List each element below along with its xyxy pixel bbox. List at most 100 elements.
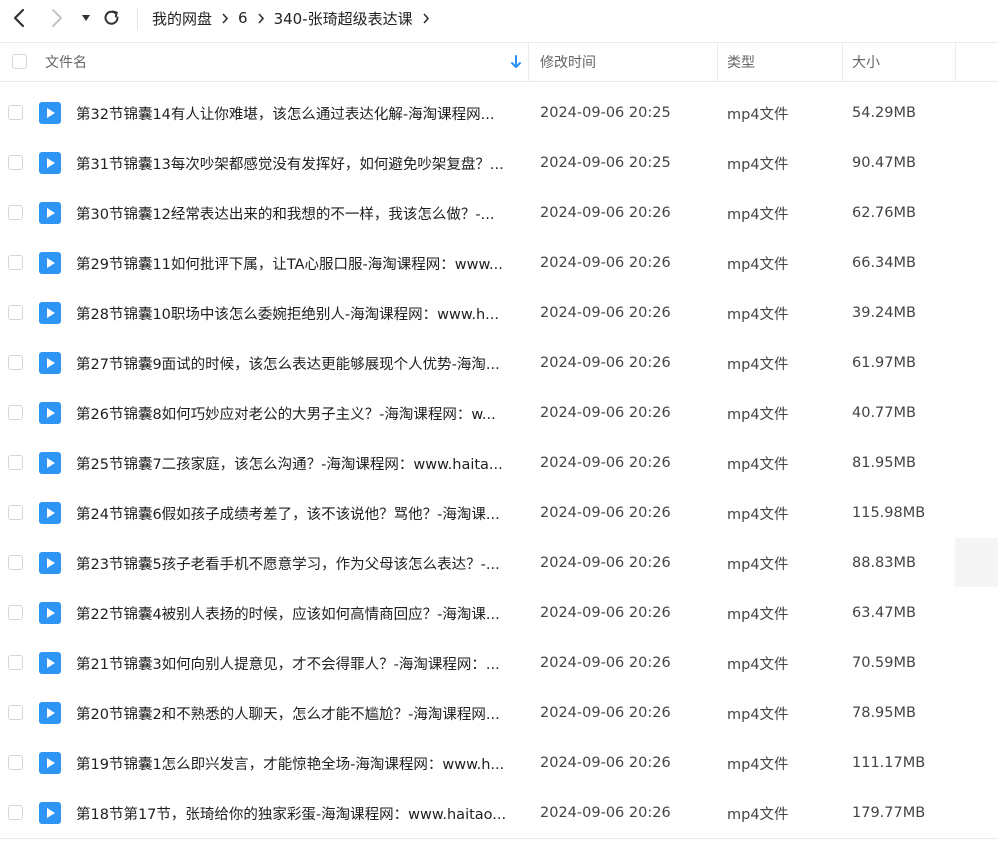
file-row[interactable]: 第19节锦囊1怎么即兴发言，才能惊艳全场-海淘课程网：www.h... 2024… [0, 738, 998, 788]
row-checkbox[interactable] [8, 305, 23, 320]
column-divider[interactable] [955, 43, 956, 81]
file-type: mp4文件 [727, 506, 789, 523]
column-divider[interactable] [842, 43, 843, 81]
file-row[interactable]: 第20节锦囊2和不熟悉的人聊天，怎么才能不尴尬？-海淘课程网... 2024-0… [0, 688, 998, 738]
video-file-icon [39, 802, 61, 824]
video-file-icon [39, 402, 61, 424]
caret-down-icon [82, 15, 90, 21]
file-type: mp4文件 [727, 456, 789, 473]
chevron-right-icon [257, 12, 264, 24]
column-header-type[interactable]: 类型 [727, 43, 755, 81]
refresh-icon [104, 10, 119, 25]
file-name[interactable]: 第18节第17节，张琦给你的独家彩蛋-海淘课程网：www.haitao... [76, 788, 521, 838]
file-name[interactable]: 第28节锦囊10职场中该怎么委婉拒绝别人-海淘课程网：www.h... [76, 288, 521, 338]
row-checkbox[interactable] [8, 405, 23, 420]
file-type: mp4文件 [727, 606, 789, 623]
row-checkbox[interactable] [8, 805, 23, 820]
breadcrumb-item-root[interactable]: 我的网盘 [152, 8, 212, 29]
file-type: mp4文件 [727, 156, 789, 173]
row-checkbox[interactable] [8, 655, 23, 670]
forward-button[interactable] [46, 6, 68, 30]
row-checkbox[interactable] [8, 105, 23, 120]
file-size: 70.59MB [852, 655, 916, 671]
file-name[interactable]: 第25节锦囊7二孩家庭，该怎么沟通？-海淘课程网：www.haita... [76, 438, 521, 488]
file-size: 78.95MB [852, 705, 916, 721]
file-type: mp4文件 [727, 256, 789, 273]
row-checkbox[interactable] [8, 555, 23, 570]
file-size: 40.77MB [852, 405, 916, 421]
video-file-icon [39, 102, 61, 124]
file-name[interactable]: 第27节锦囊9面试的时候，该怎么表达更能够展现个人优势-海淘... [76, 338, 521, 388]
file-row[interactable]: 第30节锦囊12经常表达出来的和我想的不一样，我该怎么做？-... 2024-0… [0, 188, 998, 238]
file-name[interactable]: 第20节锦囊2和不熟悉的人聊天，怎么才能不尴尬？-海淘课程网... [76, 688, 521, 738]
file-name[interactable]: 第30节锦囊12经常表达出来的和我想的不一样，我该怎么做？-... [76, 188, 521, 238]
column-divider[interactable] [717, 43, 718, 81]
file-modified: 2024-09-06 20:26 [540, 655, 671, 671]
file-type: mp4文件 [727, 306, 789, 323]
file-row[interactable]: 第18节第17节，张琦给你的独家彩蛋-海淘课程网：www.haitao... 2… [0, 788, 998, 838]
file-type: mp4文件 [727, 106, 789, 123]
file-modified: 2024-09-06 20:25 [540, 105, 671, 121]
history-dropdown-button[interactable] [79, 6, 93, 30]
file-name[interactable]: 第22节锦囊4被别人表扬的时候，应该如何高情商回应？-海淘课... [76, 588, 521, 638]
file-list-header: 文件名 修改时间 类型 大小 [0, 43, 998, 82]
back-arrow-icon [13, 8, 25, 28]
row-checkbox[interactable] [8, 505, 23, 520]
file-modified: 2024-09-06 20:26 [540, 205, 671, 221]
video-file-icon [39, 702, 61, 724]
column-header-size[interactable]: 大小 [852, 43, 880, 81]
file-modified: 2024-09-06 20:26 [540, 805, 671, 821]
breadcrumb-item-folder[interactable]: 6 [238, 9, 248, 27]
file-row[interactable]: 第26节锦囊8如何巧妙应对老公的大男子主义？-海淘课程网：w... 2024-0… [0, 388, 998, 438]
file-size: 61.97MB [852, 355, 916, 371]
chevron-right-icon [423, 12, 429, 24]
file-size: 63.47MB [852, 605, 916, 621]
file-name[interactable]: 第26节锦囊8如何巧妙应对老公的大男子主义？-海淘课程网：w... [76, 388, 521, 438]
file-row[interactable]: 第25节锦囊7二孩家庭，该怎么沟通？-海淘课程网：www.haita... 20… [0, 438, 998, 488]
breadcrumb: 我的网盘 6 340-张琦超级表达课 [152, 0, 439, 36]
file-modified: 2024-09-06 20:26 [540, 455, 671, 471]
file-name[interactable]: 第23节锦囊5孩子老看手机不愿意学习，作为父母该怎么表达？-... [76, 538, 521, 588]
file-row[interactable]: 第27节锦囊9面试的时候，该怎么表达更能够展现个人优势-海淘... 2024-0… [0, 338, 998, 388]
video-file-icon [39, 302, 61, 324]
file-size: 39.24MB [852, 305, 916, 321]
file-size: 81.95MB [852, 455, 916, 471]
file-name[interactable]: 第21节锦囊3如何向别人提意见，才不会得罪人？-海淘课程网：... [76, 638, 521, 688]
file-type: mp4文件 [727, 806, 789, 823]
file-name[interactable]: 第29节锦囊11如何批评下属，让TA心服口服-海淘课程网：www... [76, 238, 521, 288]
file-row[interactable]: 第32节锦囊14有人让你难堪，该怎么通过表达化解-海淘课程网... 2024-0… [0, 88, 998, 138]
column-divider[interactable] [528, 43, 529, 81]
file-name[interactable]: 第19节锦囊1怎么即兴发言，才能惊艳全场-海淘课程网：www.h... [76, 738, 521, 788]
file-size: 66.34MB [852, 255, 916, 271]
row-checkbox[interactable] [8, 705, 23, 720]
row-checkbox[interactable] [8, 455, 23, 470]
file-row[interactable]: 第29节锦囊11如何批评下属，让TA心服口服-海淘课程网：www... 2024… [0, 238, 998, 288]
breadcrumb-item-current[interactable]: 340-张琦超级表达课 [274, 8, 413, 29]
column-header-name[interactable]: 文件名 [45, 43, 87, 81]
file-row[interactable]: 第22节锦囊4被别人表扬的时候，应该如何高情商回应？-海淘课... 2024-0… [0, 588, 998, 638]
column-header-modified[interactable]: 修改时间 [540, 43, 596, 81]
select-all-checkbox[interactable] [12, 54, 27, 69]
file-row[interactable]: 第23节锦囊5孩子老看手机不愿意学习，作为父母该怎么表达？-... 2024-0… [0, 538, 998, 588]
refresh-button[interactable] [101, 6, 123, 30]
row-checkbox[interactable] [8, 155, 23, 170]
file-name[interactable]: 第31节锦囊13每次吵架都感觉没有发挥好，如何避免吵架复盘？... [76, 138, 521, 188]
file-row[interactable]: 第28节锦囊10职场中该怎么委婉拒绝别人-海淘课程网：www.h... 2024… [0, 288, 998, 338]
row-checkbox[interactable] [8, 255, 23, 270]
sort-down-icon[interactable] [510, 55, 522, 69]
file-row[interactable]: 第21节锦囊3如何向别人提意见，才不会得罪人？-海淘课程网：... 2024-0… [0, 638, 998, 688]
row-checkbox[interactable] [8, 355, 23, 370]
file-name[interactable]: 第24节锦囊6假如孩子成绩考差了，该不该说他？骂他？-海淘课... [76, 488, 521, 538]
file-size: 111.17MB [852, 755, 926, 771]
row-checkbox[interactable] [8, 205, 23, 220]
back-button[interactable] [8, 6, 30, 30]
row-checkbox[interactable] [8, 755, 23, 770]
file-modified: 2024-09-06 20:26 [540, 355, 671, 371]
row-checkbox[interactable] [8, 605, 23, 620]
file-name[interactable]: 第32节锦囊14有人让你难堪，该怎么通过表达化解-海淘课程网... [76, 88, 521, 138]
file-row[interactable]: 第24节锦囊6假如孩子成绩考差了，该不该说他？骂他？-海淘课... 2024-0… [0, 488, 998, 538]
file-row[interactable]: 第31节锦囊13每次吵架都感觉没有发挥好，如何避免吵架复盘？... 2024-0… [0, 138, 998, 188]
file-size: 115.98MB [852, 505, 926, 521]
toolbar-divider [137, 8, 138, 30]
file-size: 179.77MB [852, 805, 926, 821]
